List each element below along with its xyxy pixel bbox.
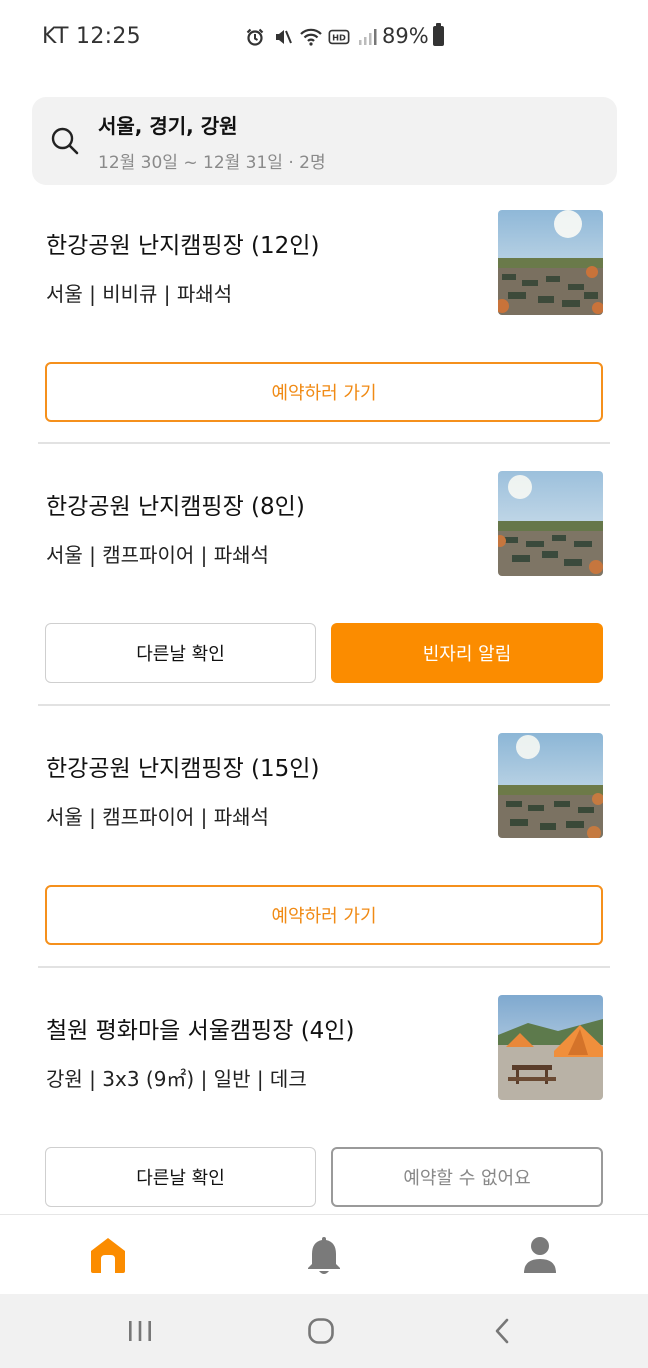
alarm-icon: [244, 26, 266, 48]
status-icons: HD: [244, 26, 378, 48]
listing-tags: 서울 | 캠프파이어 | 파쇄석: [46, 805, 269, 829]
svg-text:HD: HD: [332, 33, 346, 43]
battery-percent: 89%: [382, 24, 429, 48]
listing-tags: 서울 | 캠프파이어 | 파쇄석: [46, 543, 269, 567]
status-time: KT 12:25: [42, 24, 141, 49]
divider: [38, 704, 610, 706]
search-dates-guests: 12월 30일 ~ 12월 31일 · 2명: [98, 153, 326, 173]
listing-title: 한강공원 난지캠핑장 (8인): [46, 494, 305, 520]
listing-tags: 강원 | 3x3 (9㎡) | 일반 | 데크: [46, 1067, 307, 1091]
listing-title: 한강공원 난지캠핑장 (12인): [46, 233, 320, 259]
wifi-icon: [300, 26, 322, 48]
unavailable-button: 예약할 수 없어요: [331, 1147, 603, 1207]
bottom-nav: [0, 1214, 648, 1294]
mute-icon: [272, 26, 294, 48]
signal-icon: [356, 26, 378, 48]
system-nav: [0, 1294, 648, 1368]
listing-thumbnail: [498, 471, 603, 576]
book-button[interactable]: 예약하러 가기: [45, 362, 603, 422]
divider: [38, 442, 610, 444]
listing-tags: 서울 | 비비큐 | 파쇄석: [46, 282, 233, 306]
hd-icon: HD: [328, 26, 350, 48]
check-other-dates-button[interactable]: 다른날 확인: [45, 1147, 316, 1207]
book-button[interactable]: 예약하러 가기: [45, 885, 603, 945]
listing-thumbnail: [498, 210, 603, 315]
status-bar: KT 12:25 HD 89%: [0, 0, 648, 76]
listing-thumbnail: [498, 995, 603, 1100]
listing-title: 한강공원 난지캠핑장 (15인): [46, 756, 320, 782]
listing-title: 철원 평화마을 서울캠핑장 (4인): [46, 1018, 355, 1044]
battery-icon: [432, 23, 444, 46]
home-circle-icon[interactable]: [301, 1314, 341, 1348]
search-icon: [50, 126, 80, 156]
search-regions: 서울, 경기, 강원: [98, 114, 238, 138]
recent-apps-icon[interactable]: [120, 1314, 160, 1348]
divider: [38, 966, 610, 968]
home-icon[interactable]: [86, 1233, 130, 1277]
profile-icon[interactable]: [518, 1233, 562, 1277]
battery-status: 89%: [382, 23, 444, 48]
listing-thumbnail: [498, 733, 603, 838]
vacancy-alert-button[interactable]: 빈자리 알림: [331, 623, 603, 683]
bell-icon[interactable]: [302, 1233, 346, 1277]
back-icon[interactable]: [483, 1314, 523, 1348]
check-other-dates-button[interactable]: 다른날 확인: [45, 623, 316, 683]
search-summary[interactable]: 서울, 경기, 강원 12월 30일 ~ 12월 31일 · 2명: [32, 97, 617, 185]
